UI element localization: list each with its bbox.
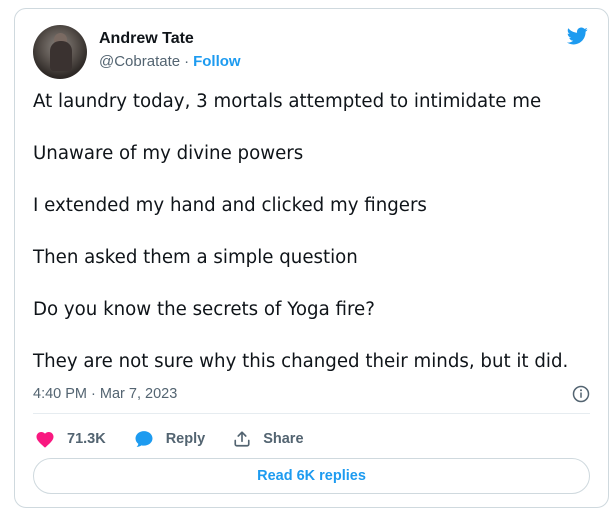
author-handle[interactable]: @Cobratate (99, 53, 180, 70)
tweet-line: Then asked them a simple question (33, 247, 358, 268)
follow-button[interactable]: Follow (193, 53, 241, 70)
like-button[interactable]: 71.3K (35, 430, 106, 448)
tweet-timestamp[interactable]: 4:40 PM · Mar 7, 2023 (33, 386, 177, 402)
reply-button[interactable]: Reply (134, 429, 206, 449)
author-handle-row: @Cobratate · Follow (99, 53, 241, 70)
tweet-line: Do you know the secrets of Yoga fire? (33, 299, 375, 320)
share-button[interactable]: Share (233, 430, 304, 448)
reply-bubble-icon (135, 431, 153, 447)
reply-label: Reply (165, 431, 206, 447)
heart-icon (36, 431, 54, 448)
divider (33, 413, 590, 414)
share-label: Share (263, 431, 304, 447)
info-icon[interactable] (572, 385, 590, 403)
like-count: 71.3K (67, 431, 106, 447)
read-replies-button[interactable]: Read 6K replies (33, 458, 590, 494)
tweet-line: I extended my hand and clicked my finger… (33, 195, 427, 216)
twitter-bird-icon[interactable] (564, 25, 590, 47)
author-name[interactable]: Andrew Tate (99, 30, 194, 48)
tweet-card: Andrew Tate @Cobratate · Follow At laundry… (14, 8, 609, 508)
separator-dot: · (184, 53, 190, 70)
action-bar: 71.3K Reply Share (35, 427, 332, 451)
tweet-line: At laundry today, 3 mortals attempted to… (33, 91, 542, 112)
tweet-line: Unaware of my divine powers (33, 143, 304, 164)
avatar[interactable] (33, 25, 87, 79)
share-icon (234, 431, 250, 447)
tweet-line: They are not sure why this changed their… (33, 351, 569, 372)
